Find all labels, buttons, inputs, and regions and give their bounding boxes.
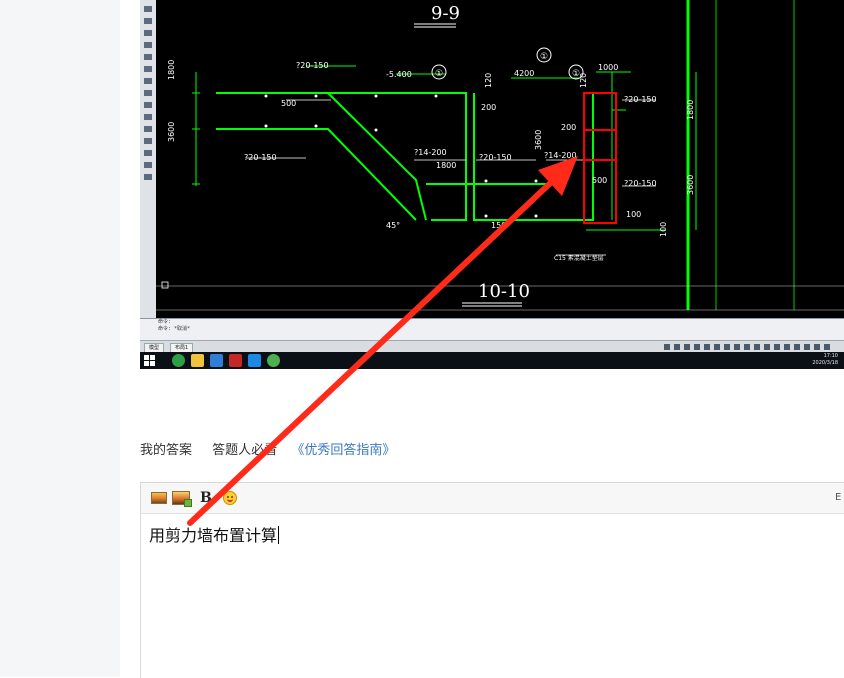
section-title-top: 9-9 [431, 3, 460, 24]
section-markers [431, 47, 584, 80]
dim-text: 1800 [167, 60, 176, 80]
dim-text: 150 [491, 221, 506, 230]
dim-text: -5.400 [386, 70, 412, 79]
left-gutter [0, 0, 120, 677]
taskbar-app-icon[interactable] [210, 354, 223, 367]
dim-text: 100 [626, 210, 641, 219]
taskbar-clock[interactable]: 17:10 2020/3/18 [812, 353, 838, 367]
dim-text: 1800 [436, 161, 456, 170]
rebar-text: ?20-150 [624, 95, 657, 104]
clock-time: 17:10 [823, 353, 838, 359]
dim-text: 1800 [686, 100, 695, 120]
text-caret [278, 526, 280, 544]
dim-text: 500 [592, 176, 607, 185]
rebar-text: ?20-150 [296, 61, 329, 70]
rebar-text: ?20-150 [479, 153, 512, 162]
editor-content[interactable]: 用剪力墙布置计算 [149, 525, 280, 547]
dim-text: 500 [281, 99, 296, 108]
windows-taskbar: 17:10 2020/3/18 [140, 352, 844, 369]
dim-text: 200 [561, 123, 576, 132]
cad-screenshot: 9-9 10-10 ① ① ① -5.400 4200 1000 500 500… [140, 0, 844, 369]
rebar-text: ?14-200 [414, 148, 447, 157]
dim-text: 3600 [686, 175, 695, 195]
folder-icon[interactable] [191, 354, 204, 367]
cmd-history-line: 命令: *取消* [158, 326, 191, 332]
answer-guide-link[interactable]: 《优秀回答指南》 [291, 443, 395, 458]
rebar-text: ?20-150 [244, 153, 277, 162]
dim-text: 4200 [514, 69, 534, 78]
cad-app-icon[interactable] [229, 354, 242, 367]
dim-text: 100 [659, 222, 668, 237]
toolbar-icons [144, 6, 152, 180]
dim-text: 1000 [598, 63, 618, 72]
dim-text: 200 [481, 103, 496, 112]
cmd-history-line: 命令: [158, 319, 172, 325]
highlighted-wall [583, 92, 617, 224]
taskbar-app-icon[interactable] [248, 354, 261, 367]
cad-drawing-canvas[interactable]: 9-9 10-10 ① ① ① -5.400 4200 1000 500 500… [156, 0, 844, 318]
windows-start-icon[interactable] [144, 355, 156, 367]
cad-command-line[interactable]: 命令: 命令: *取消* [140, 318, 844, 341]
dim-text: 45° [386, 221, 400, 230]
upload-image-icon[interactable] [172, 491, 192, 507]
dim-text: 3600 [167, 122, 176, 142]
cad-left-toolbar [140, 0, 157, 318]
must-read-label: 答题人必看 [212, 443, 278, 458]
taskbar-app-icon[interactable] [172, 354, 185, 367]
dim-text: 120 [579, 73, 588, 88]
insert-image-icon[interactable] [151, 492, 167, 504]
rebar-text: ?20-150 [624, 179, 657, 188]
marker-label: ① [540, 52, 548, 62]
my-answer-label: 我的答案 [140, 443, 193, 458]
answer-editor: B E 用剪力墙布置计算 [140, 482, 844, 678]
marker-label: ① [435, 69, 443, 79]
answer-header: 我的答案 答题人必看 《优秀回答指南》 [140, 441, 411, 461]
wechat-icon[interactable] [267, 354, 280, 367]
editor-toolbar-overflow[interactable]: E [835, 483, 844, 513]
concrete-note: C15 素混凝土垫层 [554, 254, 604, 262]
cad-drawing: 9-9 10-10 ① ① ① -5.400 4200 1000 500 500… [156, 0, 844, 311]
editor-text: 用剪力墙布置计算 [149, 526, 278, 545]
rebar-text: ?14-200 [544, 151, 577, 160]
emoji-icon[interactable] [223, 491, 237, 505]
section-title-bottom: 10-10 [478, 281, 530, 302]
dim-text: 3600 [534, 130, 543, 150]
dim-text: 120 [484, 73, 493, 88]
clock-date: 2020/3/18 [812, 360, 838, 366]
editor-toolbar: B E [141, 483, 844, 514]
ucs-icon [161, 281, 169, 289]
bold-button[interactable]: B [200, 490, 212, 506]
